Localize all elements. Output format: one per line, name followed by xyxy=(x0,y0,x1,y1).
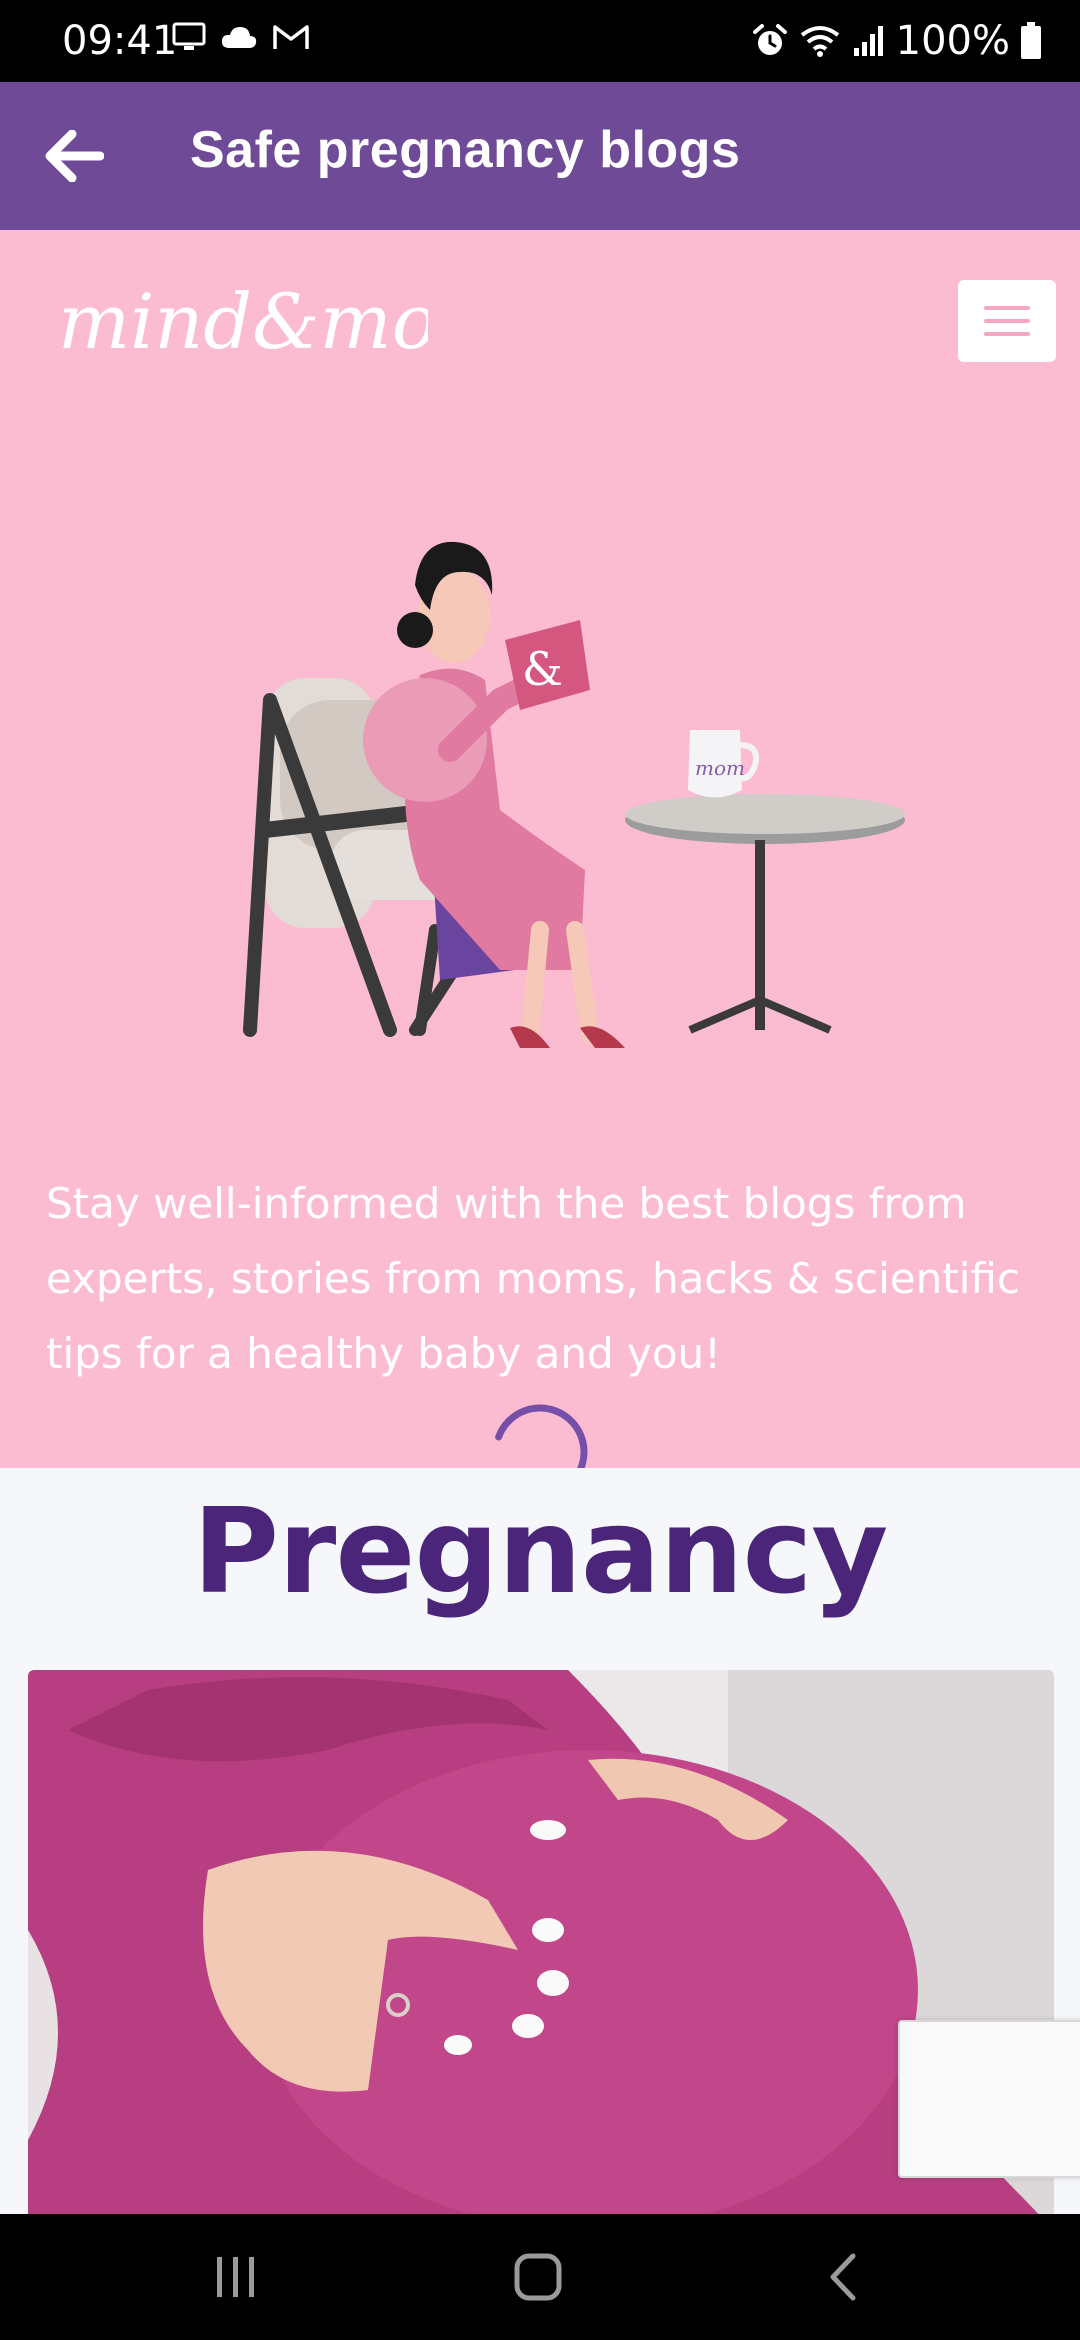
recaptcha-badge[interactable] xyxy=(898,2020,1080,2178)
status-right: 100% xyxy=(752,18,1042,64)
battery-icon xyxy=(1021,22,1041,59)
back-icon xyxy=(830,2253,856,2301)
system-nav-bar xyxy=(0,2214,1080,2340)
cloud-icon xyxy=(221,27,257,48)
status-time: 09:41 xyxy=(62,18,178,64)
alarm-icon xyxy=(752,24,787,55)
app-bar: Safe pregnancy blogs xyxy=(0,82,1080,230)
monitor-icon xyxy=(172,22,206,50)
gmail-icon xyxy=(273,25,309,49)
arrow-left-icon xyxy=(45,130,104,182)
logo-text: mind&mom xyxy=(58,280,428,366)
woman-shoes xyxy=(510,1026,625,1048)
signal-icon xyxy=(853,26,883,56)
pregnant-woman-reading-illustration: & mom xyxy=(243,541,905,1048)
page-title: Safe pregnancy blogs xyxy=(190,121,741,179)
home-button[interactable] xyxy=(498,2244,578,2310)
home-icon xyxy=(514,2253,562,2301)
hero-description: Stay well-informed with the best blogs f… xyxy=(46,1179,1020,1378)
woman-hair-bun xyxy=(397,612,433,648)
back-button[interactable] xyxy=(36,118,112,194)
status-bar: 09:41 100% xyxy=(0,0,1080,82)
pregnancy-section: Pregnancy xyxy=(0,1468,1080,2214)
battery-percent: 100% xyxy=(895,18,1010,64)
recent-apps-icon xyxy=(217,2257,254,2297)
status-left-icons xyxy=(172,22,310,52)
recent-apps-button[interactable] xyxy=(196,2244,276,2310)
table-top-surface xyxy=(625,794,905,834)
hero-banner: mind&mom & mom xyxy=(0,230,1080,1500)
hamburger-icon-line xyxy=(984,306,1030,310)
mug-text: mom xyxy=(695,756,745,780)
hamburger-menu-button[interactable] xyxy=(958,280,1056,362)
mind-and-mom-logo[interactable]: mind&mom xyxy=(58,280,428,370)
system-back-button[interactable] xyxy=(802,2244,882,2310)
hamburger-icon-line xyxy=(984,332,1030,336)
section-heading: Pregnancy xyxy=(192,1482,889,1620)
wifi-icon xyxy=(800,26,839,57)
book-text: & xyxy=(522,642,563,696)
hamburger-icon-line xyxy=(984,319,1030,323)
